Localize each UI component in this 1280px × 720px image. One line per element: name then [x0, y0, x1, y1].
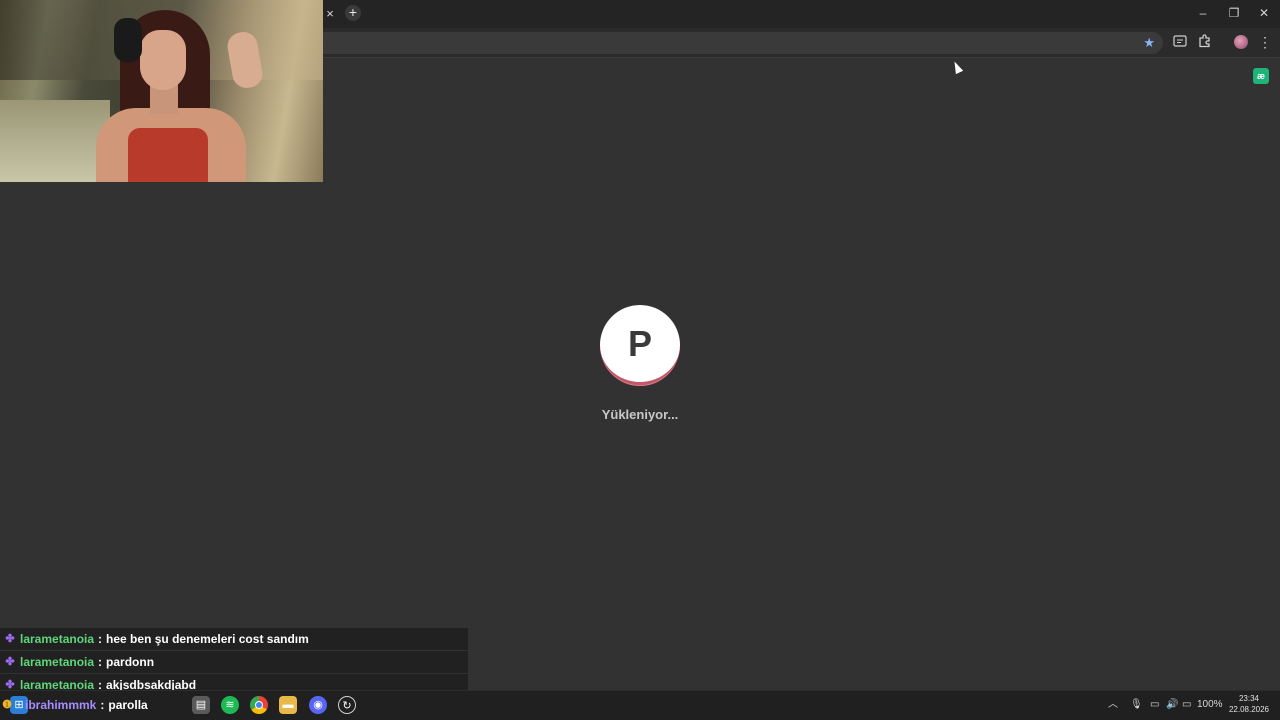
windows-taskbar: ⊞ ▤ ≋ ▬ ◉ ↻ ❶ ibrahimmmk : parolla ︿ 🎙 ▭… — [0, 690, 1280, 720]
loading-text: Yükleniyor... — [601, 407, 679, 422]
restore-button[interactable]: ❐ — [1224, 4, 1244, 22]
chat-message: ✤ larametanoia : hee ben şu denemeleri c… — [0, 628, 468, 650]
headset-icon — [114, 18, 142, 62]
clock-time: 23:34 — [1238, 694, 1260, 703]
chat-separator: : — [100, 698, 105, 712]
mouse-cursor-icon — [950, 59, 964, 75]
profile-avatar[interactable] — [1234, 35, 1248, 49]
chat-text: parolla — [108, 698, 148, 712]
chat-username: larametanoia — [20, 632, 95, 646]
file-manager-icon[interactable]: ▤ — [192, 696, 210, 714]
loader-letter: P — [627, 323, 652, 364]
volume-icon[interactable]: 🔊 — [1166, 698, 1178, 712]
chat-username: larametanoia — [20, 655, 95, 669]
chat-text: pardonn — [106, 655, 155, 669]
minimize-button[interactable]: – — [1193, 4, 1213, 22]
loading-logo: P — [600, 305, 680, 385]
extensions-puzzle-icon[interactable] — [1196, 34, 1214, 52]
tray-chevron-up-icon[interactable]: ︿ — [1108, 698, 1118, 712]
microphone-icon[interactable]: 🎙 — [1130, 698, 1143, 712]
chat-message: ✤ larametanoia : pardonn — [0, 651, 468, 673]
sub-badge-icon: ❶ — [2, 699, 12, 711]
chat-username: ibrahimmmk — [25, 698, 97, 712]
new-tab-button[interactable]: + — [345, 5, 361, 21]
browser-menu-icon[interactable]: ⋮ — [1258, 33, 1272, 51]
webcam-overlay — [0, 0, 323, 182]
bookmark-star-icon[interactable]: ★ — [1143, 34, 1155, 52]
translate-icon[interactable] — [1171, 34, 1189, 52]
extension-badge-icon[interactable]: æ — [1253, 68, 1269, 84]
network-icon[interactable]: ▭ — [1150, 698, 1159, 712]
chrome-icon[interactable] — [250, 696, 268, 714]
folder-icon[interactable]: ▬ — [279, 696, 297, 714]
chat-text: hee ben şu denemeleri cost sandım — [106, 632, 309, 646]
battery-icon[interactable]: ▭ — [1182, 698, 1191, 712]
chat-separator: : — [98, 655, 103, 669]
chat-separator: : — [98, 632, 103, 646]
discord-icon[interactable]: ◉ — [309, 696, 327, 714]
system-clock[interactable]: 23:34 22.08.2026 — [1226, 693, 1272, 715]
spotify-icon[interactable]: ≋ — [221, 696, 239, 714]
chat-message: ❶ ibrahimmmk : parolla — [0, 698, 148, 712]
battery-percent: 100% — [1197, 699, 1223, 710]
updater-icon[interactable]: ↻ — [338, 696, 356, 714]
close-window-button[interactable]: ✕ — [1254, 4, 1274, 22]
sub-badge-icon: ✤ — [5, 633, 15, 645]
address-bar[interactable]: ★ — [323, 32, 1163, 54]
clock-date: 22.08.2026 — [1228, 705, 1270, 714]
sub-badge-icon: ✤ — [5, 656, 15, 668]
tab-close-button[interactable]: × — [322, 6, 338, 22]
